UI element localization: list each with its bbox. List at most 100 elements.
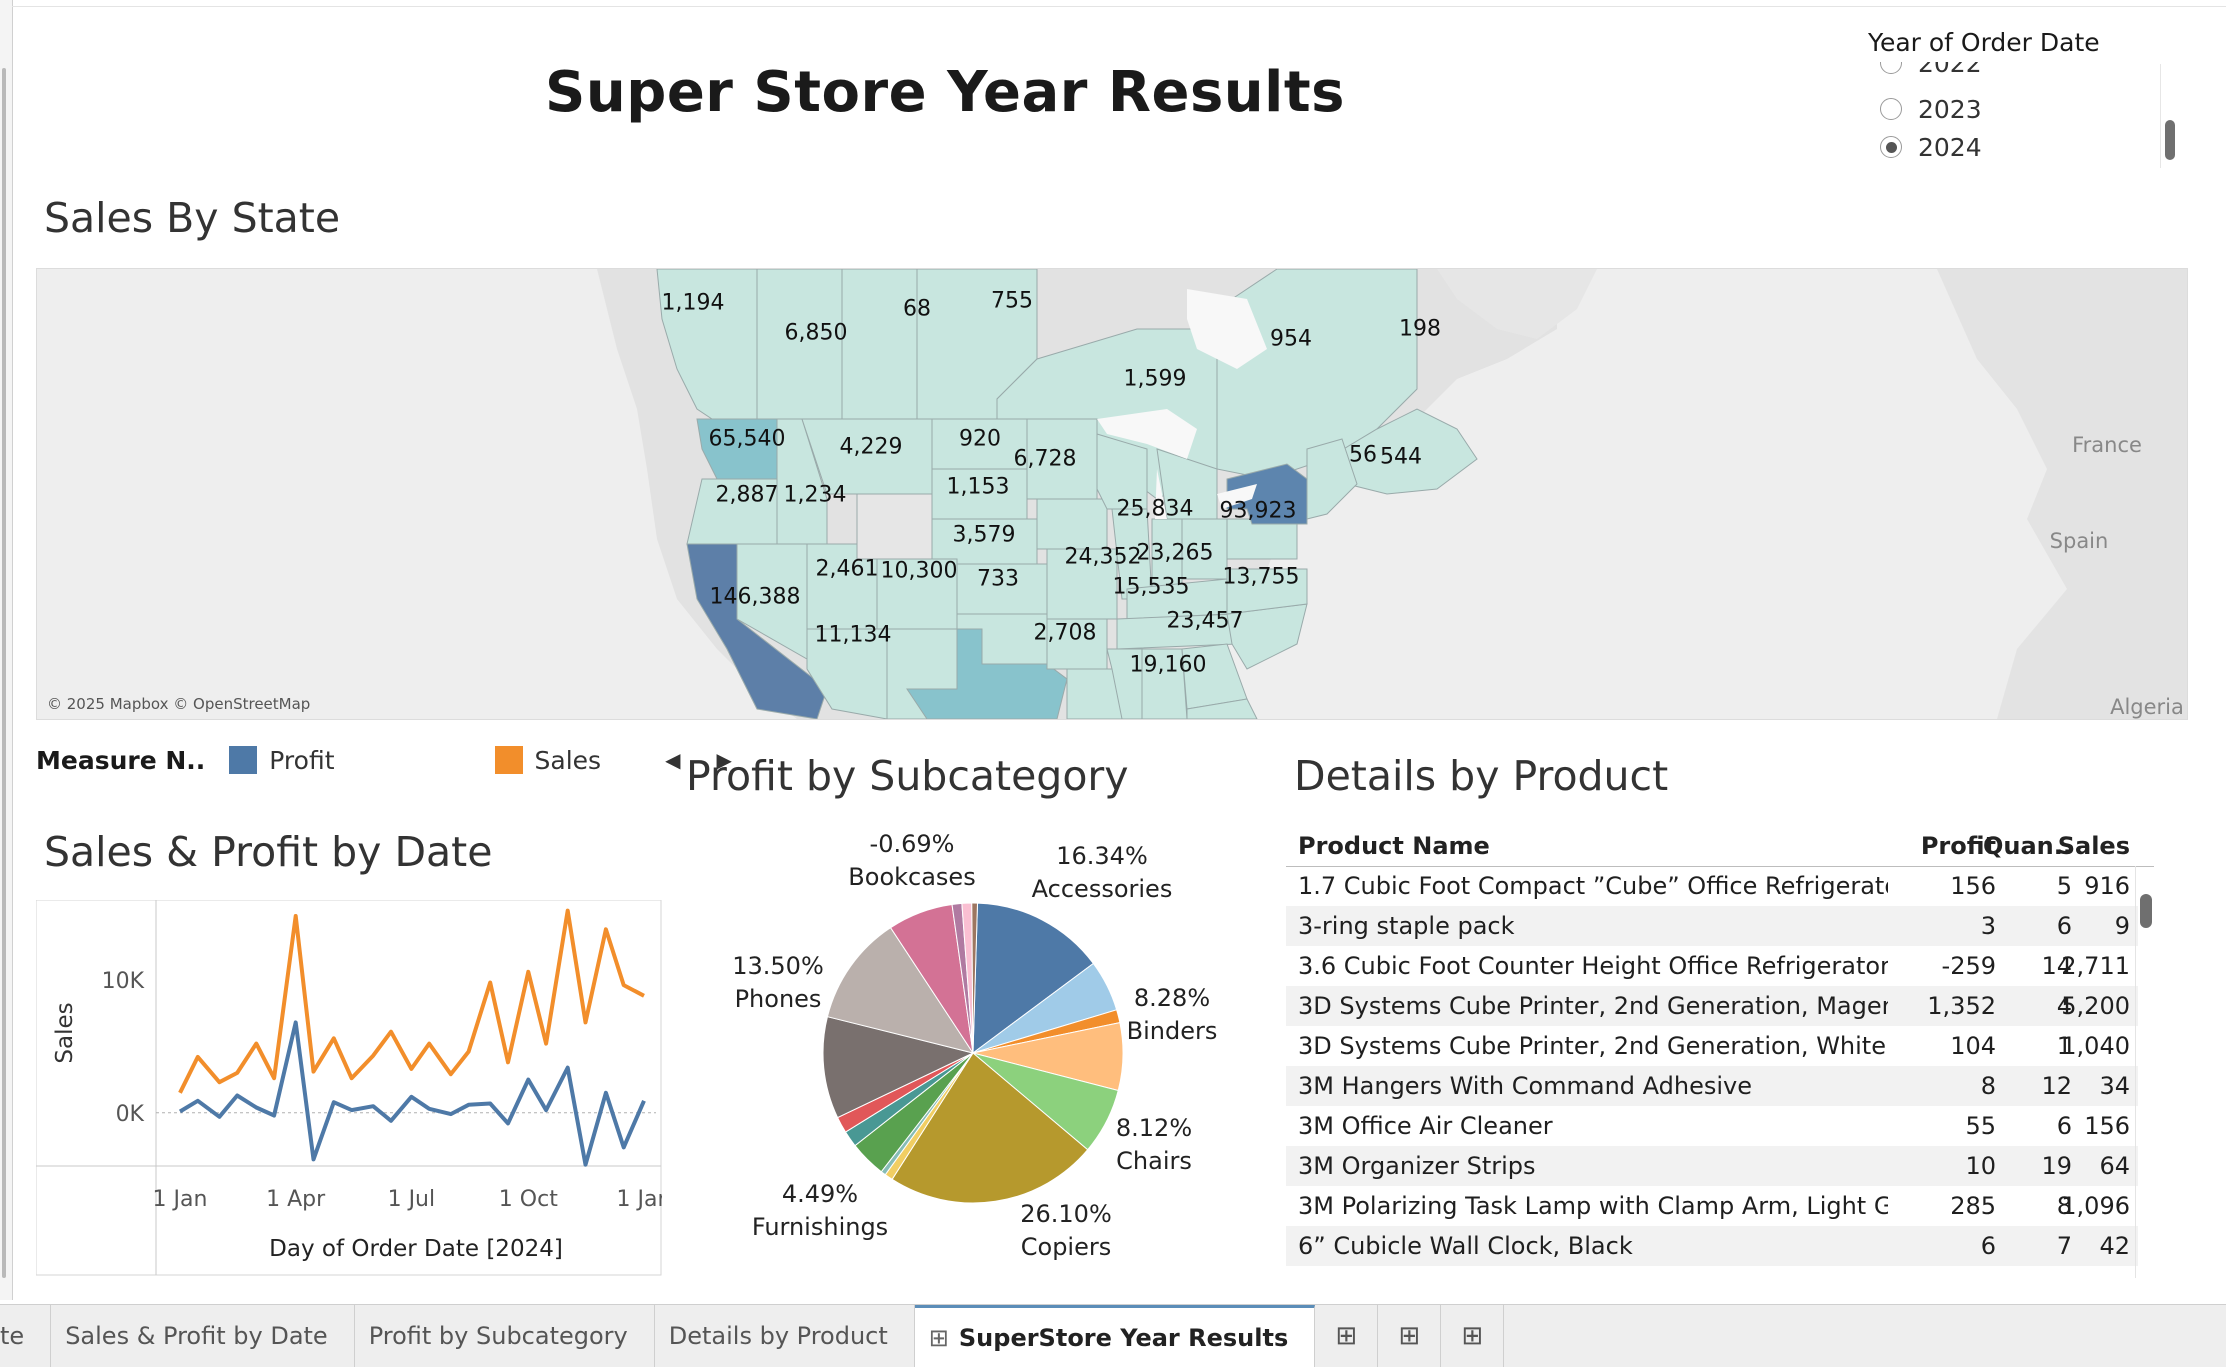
canada-sk xyxy=(841,269,918,420)
cell-product-name: 6” Cubicle Wall Clock, Black xyxy=(1298,1232,1633,1260)
map-value-label: 4,229 xyxy=(839,434,903,460)
map-value-label: 56 xyxy=(1349,442,1377,468)
map-value-label: 13,755 xyxy=(1222,564,1300,590)
column-header-product-name[interactable]: Product Name xyxy=(1298,832,1490,860)
table-row[interactable]: 6” Cubicle Wall Clock, Black 6 7 42 xyxy=(1286,1226,2138,1266)
table-row[interactable]: 3D Systems Cube Printer, 2nd Generation,… xyxy=(1286,986,2138,1026)
tab-label: te xyxy=(0,1322,25,1350)
radio-selected-icon[interactable] xyxy=(1880,136,1902,158)
table-row[interactable]: 3.6 Cubic Foot Counter Height Office Ref… xyxy=(1286,946,2138,986)
radio-icon[interactable] xyxy=(1880,62,1902,74)
cell-product-name: 3D Systems Cube Printer, 2nd Generation,… xyxy=(1298,1032,1886,1060)
legend-label: Profit xyxy=(269,745,335,775)
map-value-label: 15,535 xyxy=(1112,574,1190,600)
map-value-label: 1,194 xyxy=(661,290,725,316)
tab-label: Profit by Subcategory xyxy=(368,1322,628,1350)
year-filter-scrollbar[interactable] xyxy=(2160,64,2177,168)
pie-label-pct: 8.28% xyxy=(1133,984,1211,1012)
new-dashboard-button[interactable]: ⊞ xyxy=(1378,1305,1442,1367)
table-scrollbar[interactable] xyxy=(2135,866,2154,1278)
left-scrollbar[interactable] xyxy=(2,68,6,1278)
land-europe xyxy=(1937,269,2187,719)
map-value-label: 2,708 xyxy=(1033,620,1097,646)
table-row[interactable]: 3M Polarizing Task Lamp with Clamp Arm, … xyxy=(1286,1186,2138,1226)
map-value-label: 10,300 xyxy=(880,558,958,584)
pie-label-copiers: 26.10% Copiers xyxy=(1020,1198,1112,1264)
x-axis-title: Day of Order Date [2024] xyxy=(269,1236,563,1262)
tab-superstore-year-results[interactable]: ⊞ SuperStore Year Results xyxy=(914,1305,1316,1367)
pie-label-phones: 13.50% Phones xyxy=(732,950,824,1016)
table-row[interactable]: 3M Hangers With Command Adhesive 8 12 34 xyxy=(1286,1066,2138,1106)
x-tick-label: 1 Jan xyxy=(617,1187,662,1212)
new-worksheet-button[interactable]: ⊞ xyxy=(1315,1305,1379,1367)
map-value-label: 24,352 xyxy=(1064,544,1142,570)
pie-chart-title: Profit by Subcategory xyxy=(686,752,1129,800)
measure-legend: Measure N.. Profit Sales ◀ ▶ xyxy=(36,742,768,778)
year-filter-list: 2022 2023 2024 xyxy=(1868,62,2168,166)
map-place-label: Spain xyxy=(2049,529,2109,553)
new-story-button[interactable]: ⊞ xyxy=(1441,1305,1505,1367)
cell-sales: 156 xyxy=(2084,1112,2130,1140)
table-header: Product Name Profit Quan.. Sales xyxy=(1286,826,2154,867)
scroll-thumb[interactable] xyxy=(2140,894,2152,928)
tab-profit-by-subcategory[interactable]: Profit by Subcategory xyxy=(355,1305,655,1367)
dashboard-icon: ⊞ xyxy=(928,1323,949,1352)
map-value-label: 920 xyxy=(959,426,1001,452)
y-axis-title: Sales xyxy=(52,1002,78,1063)
map-value-label: 146,388 xyxy=(709,584,801,610)
year-option-2023[interactable]: 2023 xyxy=(1880,92,1982,126)
new-worksheet-icon: ⊞ xyxy=(1335,1321,1358,1351)
x-tick-label: 1 Apr xyxy=(266,1187,326,1212)
tab-details-by-product[interactable]: Details by Product xyxy=(655,1305,915,1367)
pie-label-chairs: 8.12% Chairs xyxy=(1116,1112,1192,1178)
map-place-label: Algeria xyxy=(2110,695,2184,719)
cell-product-name: 3.6 Cubic Foot Counter Height Office Ref… xyxy=(1298,952,1888,980)
legend-item-sales[interactable]: Sales xyxy=(494,746,601,775)
tab-label: SuperStore Year Results xyxy=(958,1323,1289,1352)
line-chart-canvas: 10K 0K Sales 1 Jan 1 Apr 1 Jul 1 Oct 1 Jan Day o… xyxy=(35,899,671,1276)
map-value-label: 733 xyxy=(977,566,1019,592)
legend-item-profit[interactable]: Profit xyxy=(229,745,335,775)
profit-subcategory-pie[interactable]: 16.34% Accessories 8.28% Binders 8.12% Chai… xyxy=(690,818,1250,1278)
map-value-label: 1,153 xyxy=(946,474,1010,500)
table-row[interactable]: 1.7 Cubic Foot Compact ”Cube” Office Ref… xyxy=(1286,866,2138,906)
year-option-label: 2024 xyxy=(1918,132,1982,162)
chart-frame xyxy=(35,899,662,1276)
map-value-label: 1,234 xyxy=(783,482,847,508)
sales-profit-line-chart[interactable]: 10K 0K Sales 1 Jan 1 Apr 1 Jul 1 Oct 1 Jan Day o… xyxy=(35,899,671,1276)
map-value-label: 65,540 xyxy=(708,426,786,452)
table-row[interactable]: 3D Systems Cube Printer, 2nd Generation,… xyxy=(1286,1026,2138,1066)
cell-sales: 42 xyxy=(2099,1232,2130,1260)
radio-icon[interactable] xyxy=(1880,98,1902,120)
table-title: Details by Product xyxy=(1294,752,1669,800)
pie-label-pct: 16.34% xyxy=(1056,842,1148,870)
sheet-tab-bar: te Sales & Profit by Date Profit by Subc… xyxy=(0,1304,2226,1367)
legend-swatch xyxy=(494,746,523,774)
pie-label-pct: -0.69% xyxy=(869,830,955,858)
scroll-thumb[interactable] xyxy=(2165,120,2175,160)
cell-product-name: 1.7 Cubic Foot Compact ”Cube” Office Ref… xyxy=(1298,872,1888,900)
pie-label-pct: 26.10% xyxy=(1020,1200,1112,1228)
table-row[interactable]: 3M Organizer Strips 10 19 64 xyxy=(1286,1146,2138,1186)
state-pa xyxy=(1226,518,1298,560)
cell-sales: 34 xyxy=(2099,1072,2130,1100)
legend-swatch xyxy=(229,746,258,774)
year-option-2024[interactable]: 2024 xyxy=(1880,130,1982,164)
map-value-label: 93,923 xyxy=(1219,498,1297,524)
legend-prev-icon[interactable]: ◀ xyxy=(665,748,680,772)
pie-label-name: Copiers xyxy=(1020,1233,1112,1261)
sales-by-state-map[interactable]: 1,194 6,850 68 755 954 198 1,599 65,540 … xyxy=(36,268,2188,720)
map-attribution: © 2025 Mapbox © OpenStreetMap xyxy=(47,695,311,713)
year-option-2022[interactable]: 2022 xyxy=(1880,62,1982,80)
cell-product-name: 3M Office Air Cleaner xyxy=(1298,1112,1553,1140)
pie-label-accessories: 16.34% Accessories xyxy=(1032,840,1173,906)
table-row[interactable]: 3M Office Air Cleaner 55 6 156 xyxy=(1286,1106,2138,1146)
top-divider xyxy=(12,0,2226,7)
table-row[interactable]: 3-ring staple pack 3 6 9 xyxy=(1286,906,2138,946)
tab-sales-profit-by-date[interactable]: Sales & Profit by Date xyxy=(51,1305,355,1367)
column-header-sales[interactable]: Sales xyxy=(2026,832,2130,860)
tab-state[interactable]: te xyxy=(0,1305,52,1367)
map-value-label: 25,834 xyxy=(1116,496,1194,522)
pie-label-pct: 4.49% xyxy=(781,1180,859,1208)
pie-label-bookcases: -0.69% Bookcases xyxy=(848,828,975,894)
